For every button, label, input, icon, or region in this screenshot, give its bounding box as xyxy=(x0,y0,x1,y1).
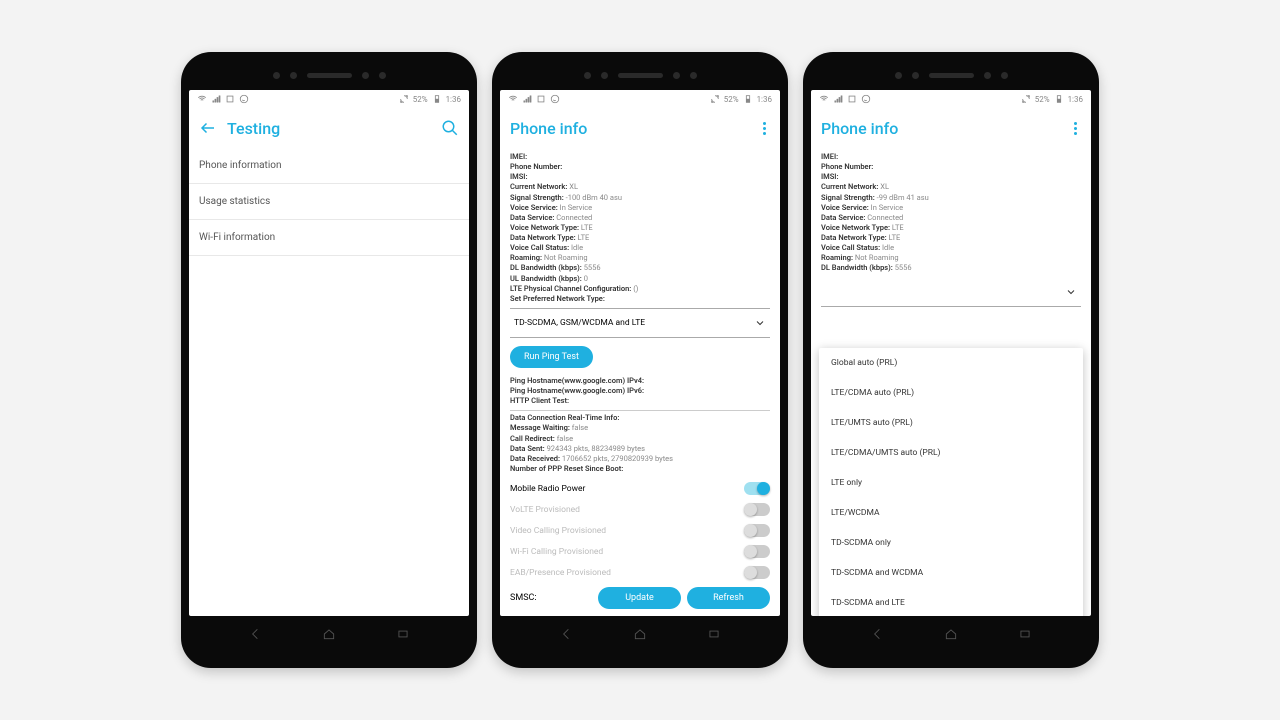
square-icon xyxy=(225,94,235,104)
whatsapp-icon xyxy=(861,94,871,104)
dd-option[interactable]: TD-SCDMA only xyxy=(819,528,1083,558)
status-bar: 52% 1:36 xyxy=(500,90,780,108)
dd-option[interactable]: LTE/CDMA auto (PRL) xyxy=(819,378,1083,408)
page-title: Testing xyxy=(227,119,431,138)
screen-phone-info: 52% 1:36 Phone info IMEI: Phone Number: … xyxy=(500,90,780,616)
battery-icon xyxy=(743,94,753,104)
clock: 1:36 xyxy=(446,95,461,104)
sync-icon xyxy=(710,94,720,104)
list-item-wifi-info[interactable]: Wi-Fi information xyxy=(189,220,469,256)
dd-option[interactable]: TD-SCDMA and WCDMA xyxy=(819,558,1083,588)
back-icon[interactable] xyxy=(199,119,217,137)
sync-icon xyxy=(399,94,409,104)
screen-testing: 52% 1:36 Testing Phone information Usage… xyxy=(189,90,469,616)
nav-back-icon[interactable] xyxy=(870,627,884,641)
toggle-wifi-calling: Wi-Fi Calling Provisioned xyxy=(500,541,780,562)
clock: 1:36 xyxy=(757,95,772,104)
chevron-down-icon xyxy=(754,317,766,329)
app-bar: Testing xyxy=(189,108,469,148)
nav-recent-icon[interactable] xyxy=(1018,627,1032,641)
nav-recent-icon[interactable] xyxy=(396,627,410,641)
screen-phone-info-dropdown: 52% 1:36 Phone info IMEI: Phone Number: … xyxy=(811,90,1091,616)
run-ping-button[interactable]: Run Ping Test xyxy=(510,346,593,368)
sync-icon xyxy=(1021,94,1031,104)
switch-off xyxy=(744,503,770,516)
update-button[interactable]: Update xyxy=(598,587,681,609)
nav-home-icon[interactable] xyxy=(322,627,336,641)
info-block: IMEI: Phone Number: IMSI: Current Networ… xyxy=(811,148,1091,278)
phone-2: 52% 1:36 Phone info IMEI: Phone Number: … xyxy=(492,52,788,668)
battery-pct: 52% xyxy=(1035,95,1050,104)
list-item-usage-stats[interactable]: Usage statistics xyxy=(189,184,469,220)
phone-notch xyxy=(189,60,469,90)
battery-icon xyxy=(1054,94,1064,104)
square-icon xyxy=(847,94,857,104)
toggle-mobile-radio[interactable]: Mobile Radio Power xyxy=(500,478,780,499)
nav-bar xyxy=(189,616,469,652)
toggle-volte: VoLTE Provisioned xyxy=(500,499,780,520)
chevron-down-icon xyxy=(1065,286,1077,298)
page-title: Phone info xyxy=(821,119,1060,138)
status-bar: 52% 1:36 xyxy=(811,90,1091,108)
nav-back-icon[interactable] xyxy=(559,627,573,641)
status-bar: 52% 1:36 xyxy=(189,90,469,108)
network-type-dropdown[interactable] xyxy=(821,278,1081,307)
switch-off xyxy=(744,545,770,558)
clock: 1:36 xyxy=(1068,95,1083,104)
wifi-icon xyxy=(197,94,207,104)
signal-icon xyxy=(522,94,532,104)
toggle-video-calling: Video Calling Provisioned xyxy=(500,520,780,541)
network-type-dropdown[interactable]: TD-SCDMA, GSM/WCDMA and LTE xyxy=(510,308,770,338)
page-title: Phone info xyxy=(510,119,749,138)
smsc-label: SMSC: xyxy=(510,593,592,603)
signal-icon xyxy=(211,94,221,104)
battery-pct: 52% xyxy=(413,95,428,104)
phone-notch xyxy=(811,60,1091,90)
battery-icon xyxy=(432,94,442,104)
refresh-button[interactable]: Refresh xyxy=(687,587,770,609)
signal-icon xyxy=(833,94,843,104)
phone-3: 52% 1:36 Phone info IMEI: Phone Number: … xyxy=(803,52,1099,668)
phone-notch xyxy=(500,60,780,90)
info-block: IMEI: Phone Number: IMSI: Current Networ… xyxy=(500,148,780,308)
dd-option[interactable]: Global auto (PRL) xyxy=(819,348,1083,378)
whatsapp-icon xyxy=(239,94,249,104)
nav-recent-icon[interactable] xyxy=(707,627,721,641)
battery-pct: 52% xyxy=(724,95,739,104)
more-icon[interactable] xyxy=(1070,118,1081,139)
app-bar: Phone info xyxy=(811,108,1091,148)
whatsapp-icon xyxy=(550,94,560,104)
phone-1: 52% 1:36 Testing Phone information Usage… xyxy=(181,52,477,668)
dd-option[interactable]: LTE/CDMA/UMTS auto (PRL) xyxy=(819,438,1083,468)
search-icon[interactable] xyxy=(441,119,459,137)
app-bar: Phone info xyxy=(500,108,780,148)
dd-option[interactable]: TD-SCDMA and LTE xyxy=(819,588,1083,616)
nav-bar xyxy=(811,616,1091,652)
switch-off xyxy=(744,566,770,579)
nav-home-icon[interactable] xyxy=(633,627,647,641)
toggle-eab: EAB/Presence Provisioned xyxy=(500,562,780,583)
dd-option[interactable]: LTE/WCDMA xyxy=(819,498,1083,528)
dd-option[interactable]: LTE only xyxy=(819,468,1083,498)
switch-off xyxy=(744,524,770,537)
wifi-icon xyxy=(508,94,518,104)
dd-option[interactable]: LTE/UMTS auto (PRL) xyxy=(819,408,1083,438)
dropdown-value: TD-SCDMA, GSM/WCDMA and LTE xyxy=(514,318,645,328)
list-item-phone-info[interactable]: Phone information xyxy=(189,148,469,184)
nav-bar xyxy=(500,616,780,652)
more-icon[interactable] xyxy=(759,118,770,139)
nav-back-icon[interactable] xyxy=(248,627,262,641)
nav-home-icon[interactable] xyxy=(944,627,958,641)
smsc-row: SMSC: Update Refresh xyxy=(500,583,780,613)
network-type-options: Global auto (PRL) LTE/CDMA auto (PRL) LT… xyxy=(819,348,1083,616)
switch-on[interactable] xyxy=(744,482,770,495)
wifi-icon xyxy=(819,94,829,104)
square-icon xyxy=(536,94,546,104)
